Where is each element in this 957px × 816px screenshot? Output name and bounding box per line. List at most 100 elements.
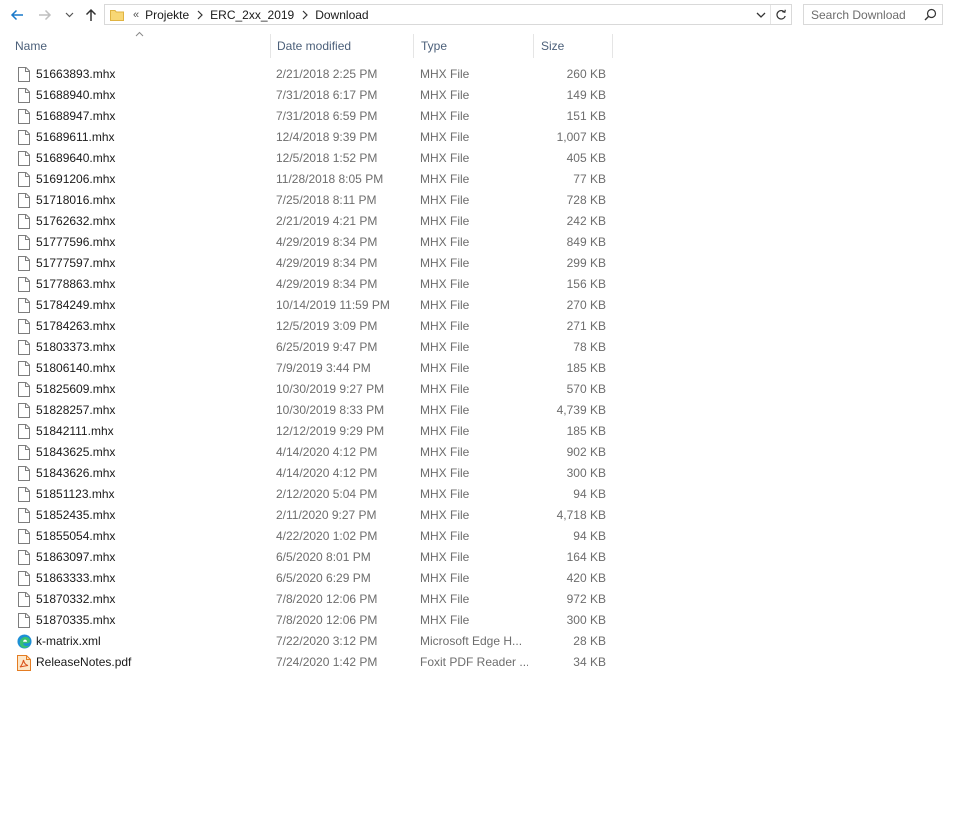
file-name[interactable]: 51863097.mhx (36, 547, 115, 568)
file-name[interactable]: 51663893.mhx (36, 64, 115, 85)
search-icon[interactable] (924, 8, 937, 21)
file-row[interactable]: 51784263.mhx 12/5/2019 3:09 PM MHX File 271… (0, 316, 957, 337)
address-bar[interactable]: « Projekte ERC_2xx_2019 Download (104, 4, 792, 25)
file-icon (16, 339, 32, 356)
file-row[interactable]: 51842111.mhx 12/12/2019 9:29 PM MHX File 18… (0, 421, 957, 442)
file-name[interactable]: 51863333.mhx (36, 568, 115, 589)
up-button[interactable] (80, 4, 102, 26)
file-row[interactable]: 51778863.mhx 4/29/2019 8:34 PM MHX File 156… (0, 274, 957, 295)
file-name[interactable]: 51688940.mhx (36, 85, 115, 106)
search-input[interactable] (811, 7, 921, 22)
refresh-button[interactable] (770, 5, 791, 24)
file-row[interactable]: 51777597.mhx 4/29/2019 8:34 PM MHX File 299… (0, 253, 957, 274)
breadcrumb-overflow-button[interactable]: « (133, 9, 139, 21)
file-size: 1,007 KB (556, 130, 606, 144)
breadcrumb-item[interactable]: Projekte (145, 8, 189, 22)
column-header-date-modified[interactable]: Date modified (270, 34, 413, 58)
file-name[interactable]: 51784263.mhx (36, 316, 115, 337)
file-row[interactable]: 51762632.mhx 2/21/2019 4:21 PM MHX File 242… (0, 211, 957, 232)
file-row[interactable]: 51863333.mhx 6/5/2020 6:29 PM MHX File 420 … (0, 568, 957, 589)
file-name[interactable]: 51778863.mhx (36, 274, 115, 295)
file-name[interactable]: k-matrix.xml (36, 631, 101, 652)
file-name[interactable]: 51689611.mhx (36, 127, 115, 148)
file-size: 28 KB (573, 634, 606, 648)
file-row[interactable]: 51689611.mhx 12/4/2018 9:39 PM MHX File 1,0… (0, 127, 957, 148)
file-name[interactable]: 51870332.mhx (36, 589, 115, 610)
file-size: 300 KB (566, 466, 606, 480)
breadcrumb-item[interactable]: ERC_2xx_2019 (210, 8, 294, 22)
file-icon (16, 108, 32, 125)
file-row[interactable]: 51870332.mhx 7/8/2020 12:06 PM MHX File 972… (0, 589, 957, 610)
file-size: 164 KB (566, 550, 606, 564)
file-name[interactable]: 51803373.mhx (36, 337, 115, 358)
file-row[interactable]: 51688947.mhx 7/31/2018 6:59 PM MHX File 151… (0, 106, 957, 127)
file-type: MHX File (420, 466, 470, 480)
file-name[interactable]: 51843626.mhx (36, 463, 115, 484)
file-row[interactable]: 51855054.mhx 4/22/2020 1:02 PM MHX File 94 … (0, 526, 957, 547)
file-name[interactable]: 51843625.mhx (36, 442, 115, 463)
file-name[interactable]: 51777596.mhx (36, 232, 115, 253)
file-name[interactable]: 51784249.mhx (36, 295, 115, 316)
recent-locations-button[interactable] (62, 4, 76, 26)
file-row[interactable]: 51843625.mhx 4/14/2020 4:12 PM MHX File 902… (0, 442, 957, 463)
file-type: MHX File (420, 445, 470, 459)
file-name[interactable]: ReleaseNotes.pdf (36, 652, 131, 673)
file-row[interactable]: 51718016.mhx 7/25/2018 8:11 PM MHX File 728… (0, 190, 957, 211)
breadcrumb-item[interactable]: Download (315, 8, 368, 22)
file-row[interactable]: ReleaseNotes.pdf 7/24/2020 1:42 PM Foxit P… (0, 652, 957, 673)
file-date-modified: 11/28/2018 8:05 PM (276, 172, 384, 186)
file-row[interactable]: 51828257.mhx 10/30/2019 8:33 PM MHX File 4,… (0, 400, 957, 421)
edge-icon (16, 633, 32, 650)
file-name[interactable]: 51825609.mhx (36, 379, 115, 400)
file-name[interactable]: 51718016.mhx (36, 190, 115, 211)
file-icon (16, 423, 32, 440)
chevron-right-icon[interactable] (302, 10, 309, 20)
file-row[interactable]: 51689640.mhx 12/5/2018 1:52 PM MHX File 405… (0, 148, 957, 169)
file-row[interactable]: 51863097.mhx 6/5/2020 8:01 PM MHX File 164 … (0, 547, 957, 568)
column-header-name[interactable]: Name (15, 34, 269, 58)
column-header-type[interactable]: Type (413, 34, 533, 58)
file-row[interactable]: 51663893.mhx 2/21/2018 2:25 PM MHX File 260… (0, 64, 957, 85)
file-name[interactable]: 51851123.mhx (36, 484, 115, 505)
file-row[interactable]: 51784249.mhx 10/14/2019 11:59 PM MHX File 2… (0, 295, 957, 316)
file-name[interactable]: 51762632.mhx (36, 211, 115, 232)
file-icon (16, 318, 32, 335)
file-name[interactable]: 51842111.mhx (36, 421, 114, 442)
address-dropdown-button[interactable] (753, 5, 769, 24)
file-name[interactable]: 51855054.mhx (36, 526, 115, 547)
file-row[interactable]: 51777596.mhx 4/29/2019 8:34 PM MHX File 849… (0, 232, 957, 253)
file-row[interactable]: 51843626.mhx 4/14/2020 4:12 PM MHX File 300… (0, 463, 957, 484)
file-icon (16, 402, 32, 419)
file-row[interactable]: 51870335.mhx 7/8/2020 12:06 PM MHX File 300… (0, 610, 957, 631)
file-type: MHX File (420, 529, 470, 543)
file-name[interactable]: 51689640.mhx (36, 148, 115, 169)
file-name[interactable]: 51852435.mhx (36, 505, 115, 526)
file-name[interactable]: 51828257.mhx (36, 400, 115, 421)
file-date-modified: 4/22/2020 1:02 PM (276, 529, 378, 543)
file-name[interactable]: 51688947.mhx (36, 106, 115, 127)
file-date-modified: 7/8/2020 12:06 PM (276, 613, 378, 627)
file-row[interactable]: 51688940.mhx 7/31/2018 6:17 PM MHX File 149… (0, 85, 957, 106)
file-size: 270 KB (566, 298, 606, 312)
column-header-size[interactable]: Size (533, 34, 613, 58)
file-row[interactable]: 51825609.mhx 10/30/2019 9:27 PM MHX File 57… (0, 379, 957, 400)
file-row[interactable]: 51803373.mhx 6/25/2019 9:47 PM MHX File 78 … (0, 337, 957, 358)
file-name[interactable]: 51806140.mhx (36, 358, 115, 379)
file-type: MHX File (420, 109, 470, 123)
file-date-modified: 4/14/2020 4:12 PM (276, 445, 378, 459)
file-name[interactable]: 51870335.mhx (36, 610, 115, 631)
file-row[interactable]: 51852435.mhx 2/11/2020 9:27 PM MHX File 4,7… (0, 505, 957, 526)
file-icon (16, 171, 32, 188)
file-date-modified: 12/12/2019 9:29 PM (276, 424, 385, 438)
chevron-right-icon[interactable] (197, 10, 204, 20)
forward-button[interactable] (34, 4, 56, 26)
file-name[interactable]: 51691206.mhx (36, 169, 115, 190)
back-button[interactable] (6, 4, 28, 26)
file-row[interactable]: 51851123.mhx 2/12/2020 5:04 PM MHX File 94 … (0, 484, 957, 505)
file-date-modified: 12/5/2018 1:52 PM (276, 151, 378, 165)
file-row[interactable]: 51806140.mhx 7/9/2019 3:44 PM MHX File 185 … (0, 358, 957, 379)
search-box[interactable] (803, 4, 943, 25)
file-row[interactable]: 51691206.mhx 11/28/2018 8:05 PM MHX File 77… (0, 169, 957, 190)
file-row[interactable]: k-matrix.xml 7/22/2020 3:12 PM Microsoft E… (0, 631, 957, 652)
file-name[interactable]: 51777597.mhx (36, 253, 115, 274)
